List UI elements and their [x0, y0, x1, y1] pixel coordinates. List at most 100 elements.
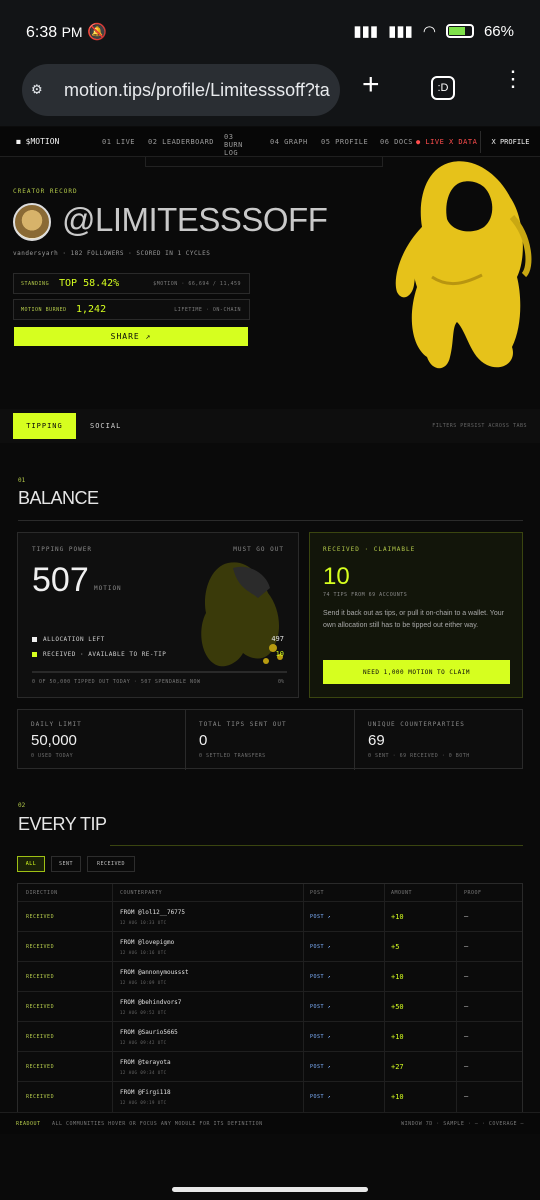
- profile-meta: vandersyarh · 182 FOLLOWERS · SCORED IN …: [13, 250, 211, 257]
- section-title-every-tip: EVERY TIP: [18, 814, 107, 834]
- tipping-power-value: 507: [32, 561, 89, 599]
- amount-cell: +10: [391, 1033, 404, 1041]
- tip-time: 12 AUG 10:33 UTC: [120, 920, 167, 925]
- site-settings-icon[interactable]: ⚙: [32, 79, 54, 101]
- proof-cell: —: [464, 1002, 469, 1010]
- burned-box: MOTION BURNED 1,242 LIFETIME · ON-CHAIN: [13, 299, 250, 320]
- direction-cell: RECEIVED: [26, 914, 55, 920]
- counterparty-cell[interactable]: FROM @lol12__76775: [120, 909, 185, 916]
- stat-daily-limit: DAILY LIMIT 50,000 0 USED TODAY: [18, 710, 186, 770]
- must-go-out-label: MUST GO OUT: [233, 546, 284, 553]
- profile-tabs: TIPPING SOCIAL FILTERS PERSIST ACROSS TA…: [0, 409, 540, 443]
- proof-cell: —: [464, 912, 469, 920]
- nav-item-docs[interactable]: 06 DOCS: [380, 138, 413, 146]
- stat-value: 0: [199, 732, 208, 749]
- filter-all[interactable]: ALL: [17, 856, 45, 872]
- post-link[interactable]: POST ↗: [310, 1064, 331, 1070]
- legend-allocation: ALLOCATION LEFT: [32, 636, 105, 643]
- nav-item-live[interactable]: 01 LIVE: [102, 138, 135, 146]
- stat-counterparties: UNIQUE COUNTERPARTIES 69 0 SENT · 69 REC…: [355, 710, 522, 770]
- post-link[interactable]: POST ↗: [310, 914, 331, 920]
- mascot-thumbnail: [201, 562, 283, 667]
- table-row[interactable]: RECEIVED FROM @terayota 12 AUG 09:34 UTC PO…: [18, 1051, 522, 1081]
- tip-time: 12 AUG 10:16 UTC: [120, 950, 167, 955]
- status-time: 6:38 PM 🔕: [26, 24, 107, 41]
- mascot-illustration: [395, 161, 532, 369]
- tipping-power-label: TIPPING POWER: [32, 546, 92, 553]
- post-link[interactable]: POST ↗: [310, 1004, 331, 1010]
- nav-item-graph[interactable]: 04 GRAPH: [270, 138, 308, 146]
- col-post: POST: [310, 890, 325, 896]
- counterparty-cell[interactable]: FROM @Firgi118: [120, 1089, 171, 1096]
- stat-sub: 0 SENT · 69 RECEIVED · 0 BOTH: [368, 753, 470, 759]
- nav-item-leaderboard[interactable]: 02 LEADERBOARD: [148, 138, 214, 146]
- home-indicator[interactable]: [172, 1187, 368, 1192]
- tip-time: 12 AUG 09:19 UTC: [120, 1100, 167, 1105]
- stat-label: DAILY LIMIT: [31, 721, 82, 728]
- direction-cell: RECEIVED: [26, 974, 55, 980]
- col-amount: AMOUNT: [391, 890, 413, 896]
- x-profile-button[interactable]: X PROFILE: [480, 131, 540, 153]
- status-icons: ▮▮▮ ▮▮▮ ◠ 66%: [353, 22, 514, 41]
- burned-value: 1,242: [76, 304, 107, 315]
- wifi-icon: ◠: [422, 23, 436, 40]
- table-row[interactable]: RECEIVED FROM @behindvors7 12 AUG 09:52 UT…: [18, 991, 522, 1021]
- direction-cell: RECEIVED: [26, 1094, 55, 1100]
- site-content: ◼ $MOTION 01 LIVE 02 LEADERBOARD 03 BURN…: [0, 127, 540, 1200]
- filter-sent[interactable]: SENT: [51, 856, 81, 872]
- table-row[interactable]: RECEIVED FROM @annonymoussst 12 AUG 10:09 …: [18, 961, 522, 991]
- stat-label: TOTAL TIPS SENT OUT: [199, 721, 287, 728]
- claim-button[interactable]: NEED 1,000 MOTION TO CLAIM: [323, 660, 510, 684]
- post-link[interactable]: POST ↗: [310, 1034, 331, 1040]
- standing-detail: $MOTION · 66,694 / 11,459: [153, 281, 241, 287]
- amount-cell: +10: [391, 913, 404, 921]
- readout-label: READOUT: [16, 1121, 41, 1127]
- table-row[interactable]: RECEIVED FROM @lol12__76775 12 AUG 10:33 U…: [18, 901, 522, 931]
- post-link[interactable]: POST ↗: [310, 944, 331, 950]
- amount-cell: +27: [391, 1063, 404, 1071]
- burned-label: MOTION BURNED: [21, 307, 67, 313]
- received-swatch: [32, 652, 37, 657]
- counterparty-cell[interactable]: FROM @behindvors7: [120, 999, 181, 1006]
- table-row[interactable]: RECEIVED FROM @Saurio5665 12 AUG 09:42 UTC…: [18, 1021, 522, 1051]
- received-label: RECEIVED · CLAIMABLE: [323, 546, 416, 553]
- proof-cell: —: [464, 1062, 469, 1070]
- table-row[interactable]: RECEIVED FROM @Firgi118 12 AUG 09:19 UTC PO…: [18, 1081, 522, 1111]
- burned-detail: LIFETIME · ON-CHAIN: [174, 307, 241, 313]
- counterparty-cell[interactable]: FROM @lovepigmo: [120, 939, 174, 946]
- tab-tipping[interactable]: TIPPING: [13, 413, 76, 439]
- url-text[interactable]: motion.tips/profile/Limitesssoff?ta: [64, 80, 334, 101]
- brand-logo[interactable]: ◼ $MOTION: [16, 137, 59, 146]
- amount-cell: +5: [391, 943, 400, 951]
- table-row[interactable]: RECEIVED FROM @lovepigmo 12 AUG 10:16 UTC P…: [18, 931, 522, 961]
- post-link[interactable]: POST ↗: [310, 1094, 331, 1100]
- share-button[interactable]: SHARE ↗: [14, 327, 248, 346]
- tipping-footer: 0 OF 50,000 TIPPED OUT TODAY · 507 SPEND…: [32, 679, 201, 685]
- tab-switcher-button[interactable]: :D: [431, 76, 455, 100]
- tipping-power-card: TIPPING POWER MUST GO OUT 507 MOTION ALL…: [17, 532, 299, 698]
- new-tab-icon[interactable]: +: [362, 68, 380, 102]
- filter-received[interactable]: RECEIVED: [87, 856, 135, 872]
- proof-cell: —: [464, 1032, 469, 1040]
- browser-toolbar: ⚙ motion.tips/profile/Limitesssoff?ta + …: [0, 60, 540, 126]
- tab-social[interactable]: SOCIAL: [90, 422, 121, 430]
- live-x-data-link[interactable]: ● LIVE X DATA: [416, 138, 477, 146]
- url-bar[interactable]: ⚙ motion.tips/profile/Limitesssoff?ta: [22, 64, 340, 116]
- col-counterparty: COUNTERPARTY: [120, 890, 163, 896]
- more-menu-icon[interactable]: ⋮: [502, 68, 524, 90]
- nav-item-profile[interactable]: 05 PROFILE: [321, 138, 368, 146]
- proof-cell: —: [464, 942, 469, 950]
- counterparty-cell[interactable]: FROM @annonymoussst: [120, 969, 189, 976]
- tip-time: 12 AUG 10:09 UTC: [120, 980, 167, 985]
- counterparty-cell[interactable]: FROM @Saurio5665: [120, 1029, 178, 1036]
- counterparty-cell[interactable]: FROM @terayota: [120, 1059, 171, 1066]
- legend-received: RECEIVED · AVAILABLE TO RE-TIP: [32, 651, 166, 658]
- nav-item-burn-log[interactable]: 03 BURN LOG: [224, 133, 254, 157]
- stat-sub: 0 SETTLED TRANSFERS: [199, 753, 266, 759]
- allocation-swatch: [32, 637, 37, 642]
- tipping-progress-bar: [32, 671, 287, 673]
- section-divider: [18, 520, 523, 521]
- battery-percent: 66%: [483, 22, 514, 40]
- post-link[interactable]: POST ↗: [310, 974, 331, 980]
- standing-value: TOP 58.42%: [59, 278, 120, 289]
